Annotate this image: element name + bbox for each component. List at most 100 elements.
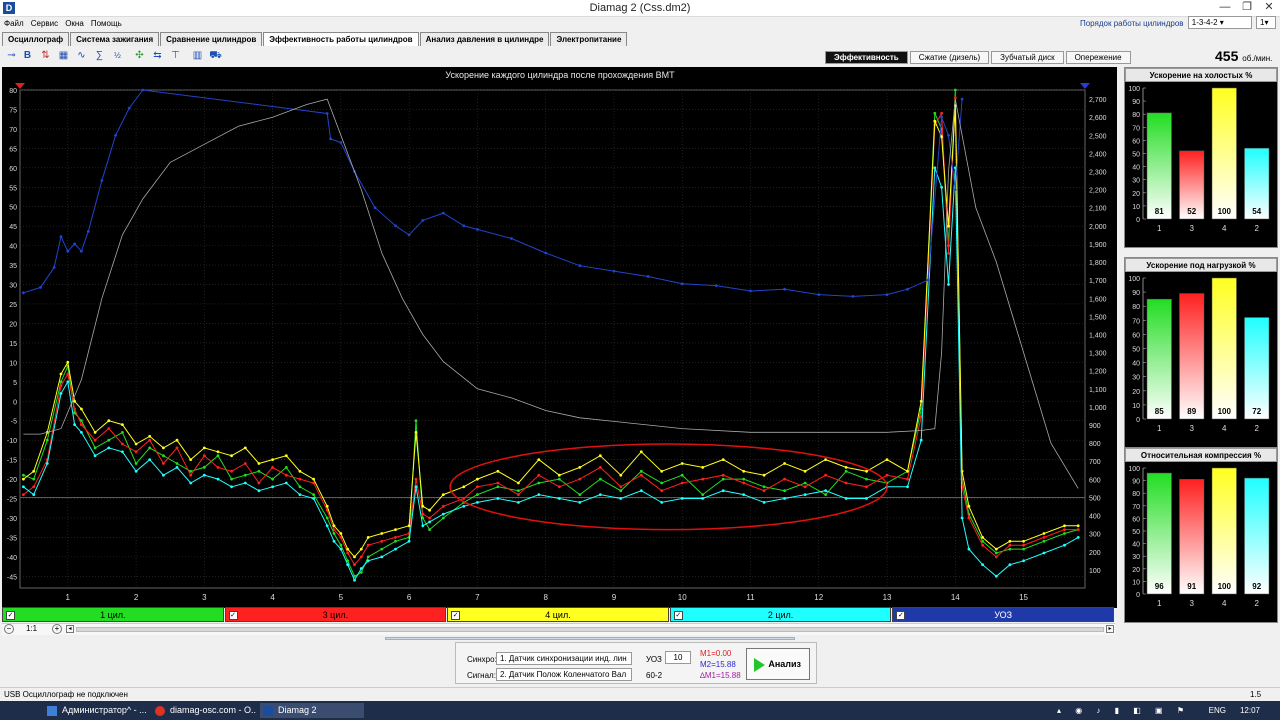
series-point bbox=[325, 524, 329, 528]
cursor-icon[interactable]: ✣ bbox=[132, 48, 147, 63]
series-point bbox=[428, 520, 431, 524]
channel-icon[interactable]: ⊸ bbox=[4, 48, 19, 63]
panel-title: Относительная компрессия % bbox=[1125, 448, 1277, 462]
series-point bbox=[175, 446, 179, 450]
menu-help[interactable]: Помощь bbox=[91, 17, 122, 31]
taskbar-item-diamag[interactable]: Diamag 2 bbox=[260, 703, 364, 718]
panel-tick-label: 20 bbox=[1132, 191, 1140, 198]
tab-power-supply[interactable]: Электропитание bbox=[550, 32, 628, 46]
panel-bar-value: 96 bbox=[1155, 582, 1164, 591]
checkbox-icon[interactable]: ✓ bbox=[451, 611, 461, 620]
tab-tooth-disk[interactable]: Зубчатый диск bbox=[991, 51, 1064, 64]
panel-bar bbox=[1146, 112, 1172, 220]
series-point bbox=[701, 477, 705, 481]
firing-order-select[interactable]: 1-3-4-2 ▾ bbox=[1187, 16, 1252, 29]
series-point bbox=[1022, 559, 1025, 563]
series-point bbox=[476, 485, 479, 489]
panel-bar-label: 1 bbox=[1157, 599, 1162, 608]
uoz-toggle[interactable]: ✓ УОЗ bbox=[892, 607, 1114, 622]
chart-svg[interactable]: 1 2 3 4 5 6 7 8 9 10 11 12 13 14 158075706560555045403… bbox=[2, 67, 1117, 608]
series-point bbox=[660, 481, 664, 485]
checkbox-icon[interactable]: ✓ bbox=[6, 611, 15, 620]
series-point bbox=[66, 380, 70, 384]
tab-cylinder-compare[interactable]: Сравнение цилиндров bbox=[160, 32, 263, 46]
scale-icon[interactable]: ⇅ bbox=[38, 48, 53, 63]
panel-tick-label: 30 bbox=[1132, 178, 1140, 185]
tab-compression-diesel[interactable]: Сжатие (дизель) bbox=[909, 51, 990, 64]
series-point bbox=[967, 547, 971, 551]
cyl-2-toggle[interactable]: ✓ 2 цил. bbox=[669, 607, 892, 622]
minimize-icon[interactable]: — bbox=[1214, 0, 1236, 16]
marker-m2: M2=15.88 bbox=[700, 660, 736, 669]
tab-efficiency[interactable]: Эффективность bbox=[825, 51, 908, 64]
car-icon[interactable]: ⛟ bbox=[208, 48, 223, 63]
menu-service[interactable]: Сервис bbox=[31, 17, 58, 31]
signal-select[interactable]: 2. Датчик Полож Коленчатого Вал bbox=[496, 668, 632, 681]
series-point bbox=[967, 516, 971, 520]
cyl-3-toggle[interactable]: ✓ 3 цил. bbox=[224, 607, 447, 622]
y-right-tick-label: 400 bbox=[1089, 514, 1101, 521]
series-point bbox=[45, 438, 49, 442]
bars-icon[interactable]: ▥ bbox=[190, 48, 205, 63]
series-point bbox=[366, 555, 370, 559]
tab-ignition[interactable]: Система зажигания bbox=[70, 32, 160, 46]
uoz-spinner[interactable]: 10 bbox=[665, 651, 691, 664]
close-icon[interactable]: ✕ bbox=[1258, 0, 1280, 16]
taskbar-item-admin[interactable]: Администратор^ - ... bbox=[44, 703, 148, 718]
language-indicator[interactable]: ENG bbox=[1209, 701, 1226, 720]
series-point bbox=[824, 458, 827, 461]
horizontal-scrollbar[interactable] bbox=[76, 627, 1104, 632]
firing-order-count[interactable]: 1▾ bbox=[1256, 16, 1276, 29]
series-point bbox=[803, 481, 807, 485]
cyl-1-toggle[interactable]: ✓ 1 цил. bbox=[2, 607, 224, 622]
series-point bbox=[933, 111, 937, 115]
x-tick-label: 13 bbox=[883, 593, 892, 602]
series-point bbox=[441, 504, 445, 508]
series-point bbox=[257, 469, 261, 473]
series-point bbox=[721, 473, 725, 477]
series-point bbox=[141, 88, 145, 92]
sync-select[interactable]: 1. Датчик синхронизации инд. лин bbox=[496, 652, 632, 665]
restore-icon[interactable]: ❐ bbox=[1236, 0, 1258, 16]
taskbar-item-browser[interactable]: diamag-osc.com - O... bbox=[152, 703, 256, 718]
series-point bbox=[981, 536, 984, 539]
cyl-4-toggle[interactable]: ✓ 4 цил. bbox=[447, 607, 669, 622]
zoom-out-icon[interactable]: − bbox=[4, 624, 14, 634]
series-point bbox=[462, 497, 466, 500]
math-icon[interactable]: ∑ bbox=[92, 48, 107, 63]
sync-icon[interactable]: ⇆ bbox=[150, 48, 165, 63]
checkbox-icon[interactable]: ✓ bbox=[673, 611, 683, 620]
panel-bar-value: 89 bbox=[1187, 407, 1196, 416]
curve-icon[interactable]: ∿ bbox=[74, 48, 89, 63]
marker-m2-handle[interactable] bbox=[1080, 83, 1090, 89]
series-point bbox=[940, 135, 943, 139]
analyze-button[interactable]: Анализ bbox=[746, 648, 810, 680]
acceleration-chart[interactable]: 1 2 3 4 5 6 7 8 9 10 11 12 13 14 15 80 75 70 65 60 55 50 45 40 3… bbox=[2, 67, 1117, 608]
series-point bbox=[537, 458, 541, 461]
zoom-in-icon[interactable]: + bbox=[52, 624, 62, 634]
x-tick-label: 14 bbox=[951, 593, 960, 602]
series-point bbox=[45, 462, 49, 465]
series-point bbox=[312, 497, 315, 500]
algebra-icon[interactable]: ½ bbox=[110, 48, 125, 63]
scroll-right-icon[interactable]: ▸ bbox=[1106, 625, 1114, 633]
tab-advance[interactable]: Опережение bbox=[1065, 51, 1131, 64]
series-point bbox=[578, 466, 582, 469]
menu-windows[interactable]: Окна bbox=[65, 17, 84, 31]
splitter-handle[interactable] bbox=[385, 637, 795, 640]
marker-icon[interactable]: ⊤ bbox=[168, 48, 183, 63]
bold-b-icon[interactable]: B bbox=[20, 48, 35, 63]
tab-oscilloscope[interactable]: Осциллограф bbox=[2, 32, 70, 46]
scroll-left-icon[interactable]: ◂ bbox=[66, 625, 74, 633]
panel-bar-value: 100 bbox=[1218, 407, 1232, 416]
checkbox-icon[interactable]: ✓ bbox=[896, 611, 906, 620]
grid-icon[interactable]: ▦ bbox=[56, 48, 71, 63]
menu-file[interactable]: Файл bbox=[4, 17, 24, 31]
tab-cylinder-efficiency[interactable]: Эффективность работы цилиндров bbox=[263, 32, 419, 46]
series-point bbox=[612, 269, 616, 273]
series-point bbox=[80, 423, 83, 426]
tab-pressure-analysis[interactable]: Анализ давления в цилиндре bbox=[419, 32, 550, 46]
series-point bbox=[865, 485, 868, 489]
tray-icons[interactable]: ▴ ◉ ♪ ▮ ◧ ▣ ⚑ bbox=[1020, 701, 1190, 720]
checkbox-icon[interactable]: ✓ bbox=[228, 611, 238, 620]
